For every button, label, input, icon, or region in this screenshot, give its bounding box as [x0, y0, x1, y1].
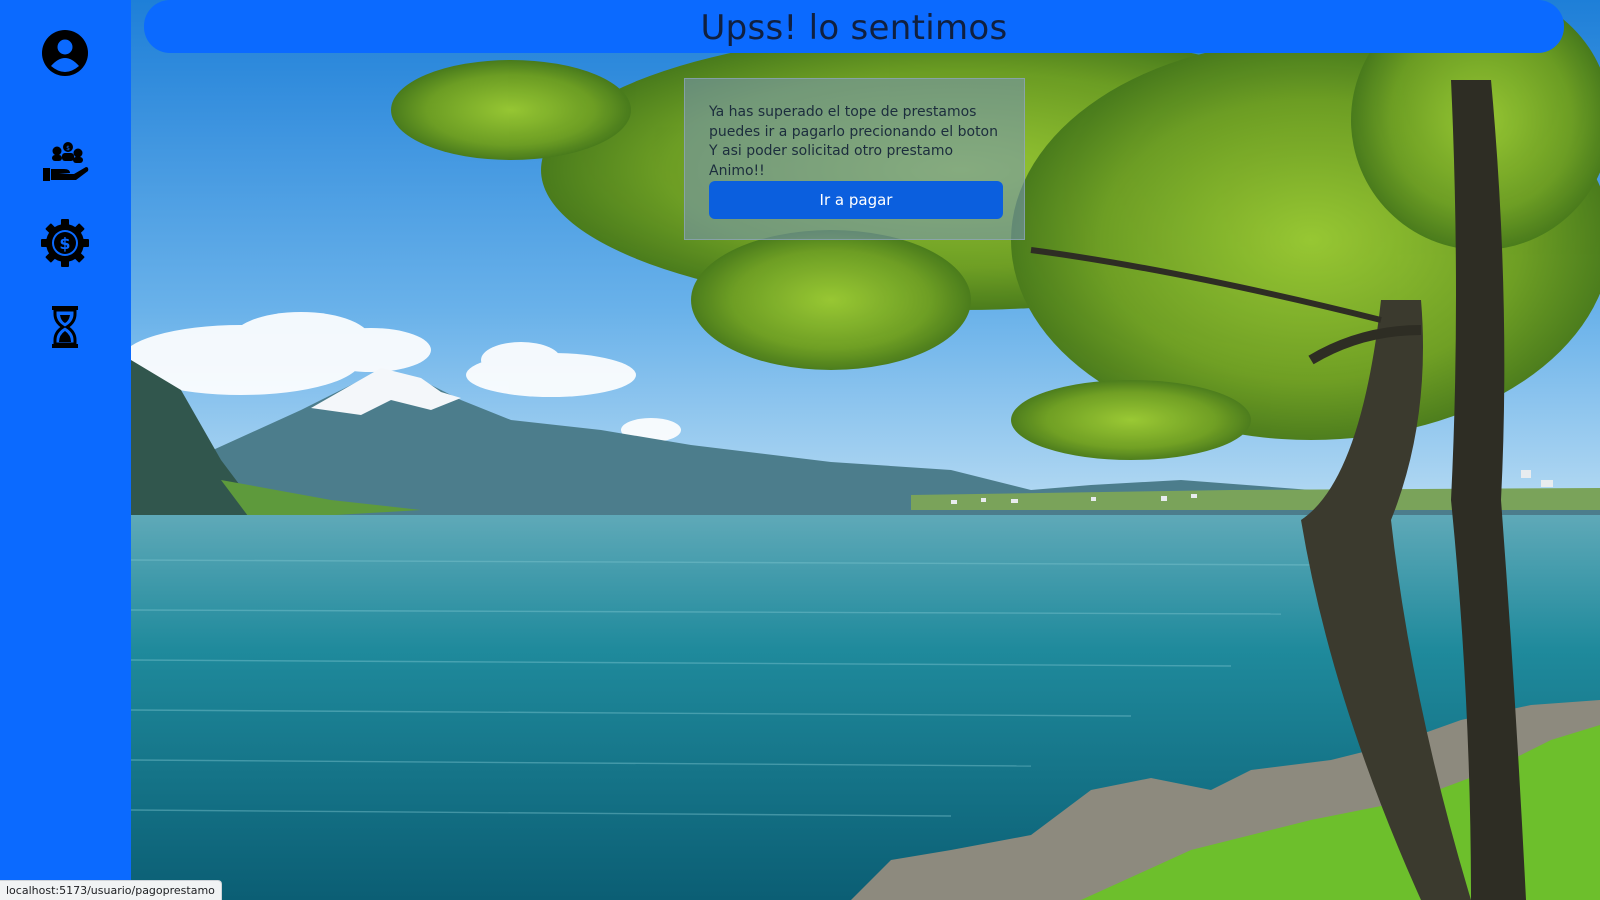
svg-text:$: $	[59, 234, 70, 253]
loan-limit-message-card: Ya has superado el tope de prestamos pue…	[684, 78, 1025, 240]
sidebar: $ $	[0, 0, 131, 900]
status-bar-url: localhost:5173/usuario/pagoprestamo	[0, 880, 222, 900]
page-title: Upss! lo sentimos	[700, 7, 1008, 48]
svg-text:$: $	[66, 145, 70, 152]
message-line: puedes ir a pagarlo precionando el boton	[709, 123, 998, 140]
message-line: Animo!!	[709, 162, 765, 179]
user-profile-icon[interactable]	[40, 28, 90, 78]
gear-dollar-icon[interactable]: $	[40, 218, 90, 268]
message-line: Ya has superado el tope de prestamos	[709, 104, 977, 120]
hourglass-icon[interactable]	[40, 302, 90, 352]
page-header: Upss! lo sentimos	[144, 0, 1564, 53]
message-line: Y asi poder solicitad otro prestamo	[709, 143, 954, 159]
hand-coins-icon[interactable]: $	[40, 137, 90, 187]
go-to-pay-button[interactable]: Ir a pagar	[709, 181, 1003, 219]
